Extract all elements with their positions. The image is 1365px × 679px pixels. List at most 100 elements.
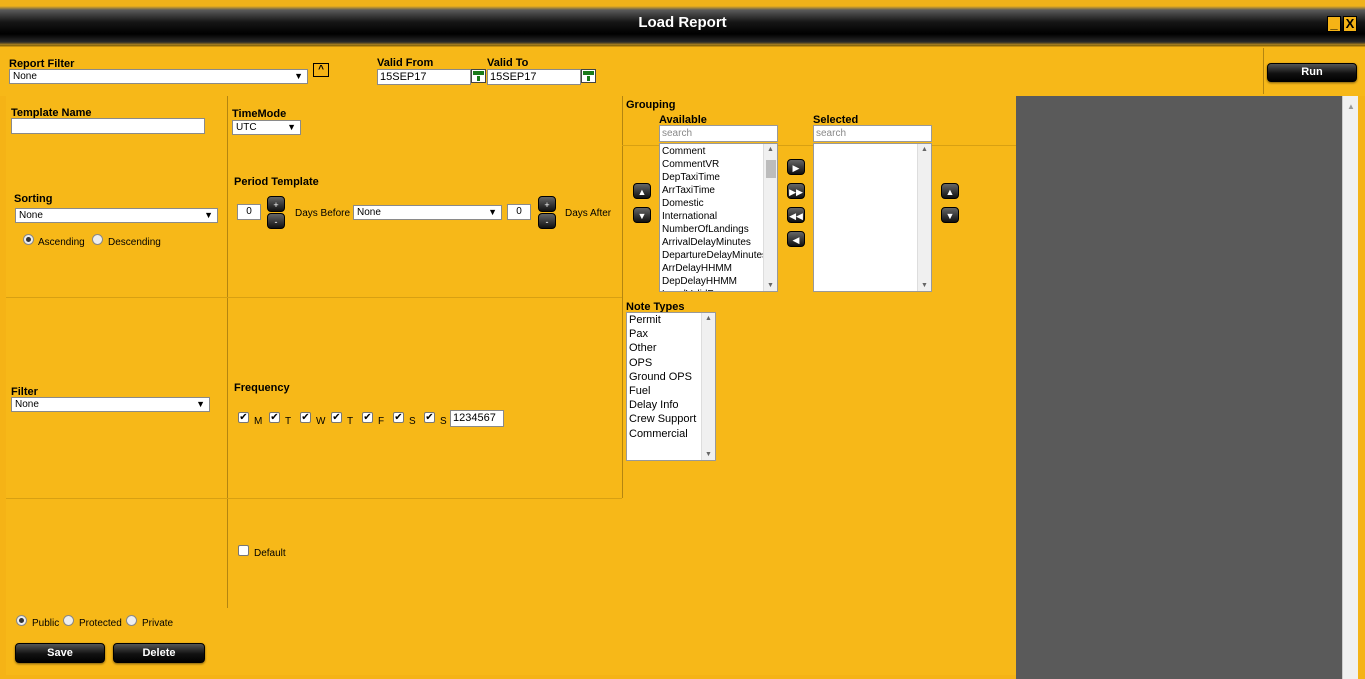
valid-from-label: Valid From [377, 57, 434, 69]
ascending-radio[interactable] [23, 234, 34, 245]
valid-from-input[interactable]: 15SEP17 [377, 69, 471, 85]
days-after-plus-button[interactable]: + [538, 196, 556, 212]
frequency-label: Frequency [234, 382, 290, 394]
save-button[interactable]: Save [15, 643, 105, 663]
days-after-input[interactable]: 0 [507, 204, 531, 220]
remove-icon[interactable]: ◀ [787, 231, 805, 247]
timemode-select[interactable]: UTC ▼ [232, 120, 301, 135]
available-search-input[interactable]: search [659, 125, 778, 142]
frequency-day-label: W [316, 416, 326, 427]
private-radio[interactable] [126, 615, 137, 626]
selected-list[interactable]: ▲ ▼ [813, 143, 932, 292]
descending-label: Descending [108, 237, 161, 248]
list-item[interactable]: DepartureDelayMinutes [660, 249, 777, 262]
list-item[interactable]: ArrivalDelayMinutes [660, 236, 777, 249]
frequency-day-checkbox[interactable]: ✔ [362, 412, 373, 423]
close-button[interactable]: X [1343, 16, 1357, 32]
list-item[interactable]: Comment [660, 145, 777, 158]
list-item[interactable]: LocalValidFrom [660, 288, 777, 291]
frequency-day-checkbox[interactable]: ✔ [331, 412, 342, 423]
calendar-icon[interactable] [471, 69, 486, 83]
column-divider [622, 96, 623, 498]
frequency-day-label: S [440, 416, 447, 427]
days-before-plus-button[interactable]: + [267, 196, 285, 212]
report-filter-select[interactable]: None ▼ [9, 69, 308, 84]
row-divider [6, 297, 622, 298]
frequency-day-checkbox[interactable]: ✔ [393, 412, 404, 423]
selected-move-up-icon[interactable]: ▲ [941, 183, 959, 199]
empty-panel [1016, 96, 1342, 679]
calendar-icon[interactable] [581, 69, 596, 83]
public-label: Public [32, 618, 60, 629]
public-radio[interactable] [16, 615, 27, 626]
selected-search-input[interactable]: search [813, 125, 932, 142]
descending-radio[interactable] [92, 234, 103, 245]
dropdown-arrow-icon: ▼ [294, 71, 303, 81]
frequency-day-label: T [347, 416, 354, 427]
page-scrollbar[interactable]: ▲ [1342, 96, 1358, 679]
report-filter-value: None [13, 71, 37, 82]
grouping-label: Grouping [626, 99, 676, 111]
list-item[interactable]: DepTaxiTime [660, 171, 777, 184]
list-item[interactable]: CommentVR [660, 158, 777, 171]
template-name-input[interactable] [11, 118, 205, 134]
minimize-button[interactable]: _ [1327, 16, 1341, 32]
sorting-value: None [19, 210, 43, 221]
sorting-select[interactable]: None ▼ [15, 208, 218, 223]
add-all-icon[interactable]: ▶▶ [787, 183, 805, 199]
available-list[interactable]: Comment CommentVR DepTaxiTime ArrTaxiTime Do… [659, 143, 778, 292]
dropdown-arrow-icon: ▼ [488, 207, 497, 217]
list-item[interactable]: Domestic [660, 197, 777, 210]
run-button[interactable]: Run [1267, 63, 1357, 82]
frequency-day-label: S [409, 416, 416, 427]
period-template-select[interactable]: None ▼ [353, 205, 502, 220]
days-after-minus-button[interactable]: - [538, 213, 556, 229]
scrollbar[interactable]: ▲ ▼ [917, 144, 931, 291]
selected-move-down-icon[interactable]: ▼ [941, 207, 959, 223]
list-item[interactable]: NumberOfLandings [660, 223, 777, 236]
remove-all-icon[interactable]: ◀◀ [787, 207, 805, 223]
list-item[interactable]: DepDelayHHMM [660, 275, 777, 288]
add-icon[interactable]: ▶ [787, 159, 805, 175]
frequency-day-label: T [285, 416, 292, 427]
default-checkbox[interactable] [238, 545, 249, 556]
frequency-day-label: F [378, 416, 385, 427]
column-divider [227, 96, 228, 608]
list-item[interactable]: ArrTaxiTime [660, 184, 777, 197]
dropdown-arrow-icon: ▼ [287, 122, 296, 132]
dropdown-arrow-icon: ▼ [204, 210, 213, 220]
list-item[interactable]: International [660, 210, 777, 223]
period-template-label: Period Template [234, 176, 319, 188]
timemode-label: TimeMode [232, 108, 287, 120]
frequency-day-checkbox[interactable]: ✔ [269, 412, 280, 423]
filter-select[interactable]: None ▼ [11, 397, 210, 412]
filter-value: None [15, 399, 39, 410]
scrollbar[interactable]: ▲ ▼ [763, 144, 777, 291]
protected-radio[interactable] [63, 615, 74, 626]
move-up-icon[interactable]: ▲ [633, 183, 651, 199]
collapse-icon[interactable]: ^ [313, 63, 329, 77]
frequency-day-checkbox[interactable]: ✔ [424, 412, 435, 423]
frequency-input[interactable]: 1234567 [450, 410, 504, 427]
scrollbar[interactable]: ▲ ▼ [701, 313, 715, 460]
days-before-minus-button[interactable]: - [267, 213, 285, 229]
list-item[interactable]: ArrDelayHHMM [660, 262, 777, 275]
row-divider [6, 498, 622, 499]
timemode-value: UTC [236, 122, 257, 133]
delete-button[interactable]: Delete [113, 643, 205, 663]
default-label: Default [254, 548, 286, 559]
frequency-day-checkbox[interactable]: ✔ [238, 412, 249, 423]
note-types-list[interactable]: Permit Pax Other OPS Ground OPS Fuel Delay Inf… [626, 312, 716, 461]
private-label: Private [142, 618, 174, 629]
sorting-label: Sorting [14, 193, 53, 205]
days-before-input[interactable]: 0 [237, 204, 261, 220]
period-template-value: None [357, 207, 381, 218]
frequency-day-checkbox[interactable]: ✔ [300, 412, 311, 423]
move-down-icon[interactable]: ▼ [633, 207, 651, 223]
dropdown-arrow-icon: ▼ [196, 399, 205, 409]
valid-to-input[interactable]: 15SEP17 [487, 69, 581, 85]
divider [1263, 48, 1264, 94]
valid-to-label: Valid To [487, 57, 529, 69]
days-after-label: Days After [565, 208, 612, 219]
right-edge [1358, 96, 1365, 679]
